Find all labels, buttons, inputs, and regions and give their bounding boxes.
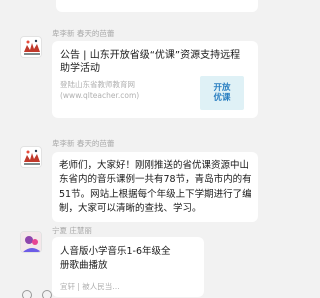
sender-name: 宁夏 庄慧丽 (52, 226, 92, 235)
chat-page: 卑李新 春天的芭蕾 公告 | 山东开放省级“优课”资源支持远程助学活动 登陆山东… (0, 0, 283, 298)
sender-name: 卑李新 春天的芭蕾 (52, 139, 115, 148)
link-card-message[interactable]: 公告 | 山东开放省级“优课”资源支持远程助学活动 登陆山东省教师教育网 (ww… (52, 41, 258, 118)
avatar[interactable] (20, 231, 42, 253)
card-thumbnail: 开放 优课 (200, 76, 244, 110)
reply-icon[interactable] (42, 290, 52, 298)
previous-message-bubble[interactable] (56, 0, 258, 12)
avatar-icon (21, 232, 41, 252)
avatar[interactable] (20, 36, 42, 58)
card-title: 人音版小学音乐1-6年级全册歌曲播放 (60, 246, 171, 271)
avatar-icon (21, 37, 41, 57)
sender-name: 卑李新 春天的芭蕾 (52, 29, 115, 38)
text-message[interactable]: 老师们，大家好！刚刚推送的省优课资源中山东省内的音乐课例一共有78节，青岛市内的… (52, 152, 258, 222)
card-title: 公告 | 山东开放省级“优课”资源支持远程助学活动 (60, 50, 241, 74)
avatar-icon (21, 147, 41, 167)
card-description: 登陆山东省教师教育网 (www.qlteacher.com) (60, 80, 140, 100)
message-text: 老师们，大家好！刚刚推送的省优课资源中山东省内的音乐课例一共有78节，青岛市内的… (59, 160, 252, 215)
bottom-bar (0, 287, 283, 298)
avatar[interactable] (20, 146, 42, 168)
thumbnail-text: 开放 优课 (213, 83, 231, 103)
reply-icon[interactable] (22, 290, 32, 298)
